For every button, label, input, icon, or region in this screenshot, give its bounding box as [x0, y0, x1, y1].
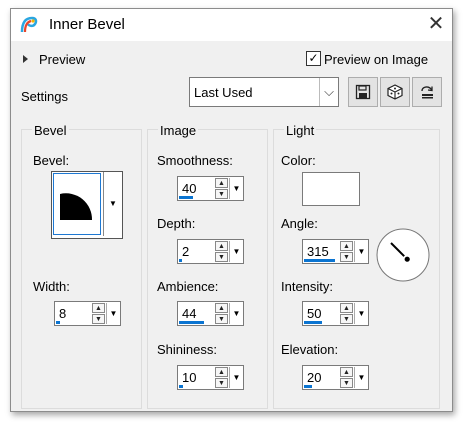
slider-popup-icon[interactable]: ▼ [229, 367, 243, 388]
arrow-down-icon[interactable]: ▼ [340, 314, 353, 324]
close-icon[interactable]: ✕ [423, 11, 449, 37]
slider-popup-icon[interactable]: ▼ [229, 241, 243, 262]
chevron-down-icon[interactable]: ⌵ [319, 78, 338, 106]
smoothness-value[interactable]: 40 [182, 181, 196, 196]
shininess-label: Shininess: [157, 342, 217, 357]
smoothness-level-bar [179, 196, 193, 199]
intensity-label: Intensity: [281, 279, 334, 294]
shininess-value[interactable]: 10 [182, 370, 196, 385]
slider-popup-icon[interactable]: ▼ [354, 303, 368, 324]
angle-level-bar [304, 259, 335, 262]
arrow-up-icon[interactable]: ▲ [215, 303, 228, 313]
elevation-value[interactable]: 20 [307, 370, 321, 385]
app-icon [20, 16, 38, 33]
preview-label: Preview [39, 52, 86, 67]
angle-dial[interactable] [375, 227, 431, 283]
save-preset-button[interactable] [348, 77, 378, 107]
randomize-button[interactable] [380, 77, 410, 107]
ambience-label: Ambience: [157, 279, 219, 294]
arrow-down-icon[interactable]: ▼ [340, 252, 353, 262]
arrow-up-icon[interactable]: ▲ [340, 303, 353, 313]
arrow-down-icon[interactable]: ▼ [340, 378, 353, 388]
slider-popup-icon[interactable]: ▼ [354, 241, 368, 262]
intensity-spinner[interactable]: 50 ▲ ▼ ▼ [302, 301, 369, 326]
reset-icon [421, 86, 433, 99]
light-group-title: Light [284, 123, 317, 138]
slider-popup-icon[interactable]: ▼ [229, 303, 243, 324]
width-label: Width: [33, 279, 70, 294]
arrow-down-icon[interactable]: ▼ [215, 252, 228, 262]
smoothness-label: Smoothness: [157, 153, 233, 168]
ambience-value[interactable]: 44 [182, 306, 196, 321]
save-preset-icon [355, 84, 371, 100]
arrow-down-icon[interactable]: ▼ [215, 314, 228, 324]
image-group-title: Image [158, 123, 199, 138]
width-level-bar [56, 321, 60, 324]
angle-dial-tip [404, 256, 410, 262]
elevation-level-bar [304, 385, 312, 388]
elevation-spinner[interactable]: 20 ▲ ▼ ▼ [302, 365, 369, 390]
title-bar: Inner Bevel ✕ [11, 9, 452, 41]
shininess-level-bar [179, 385, 183, 388]
reset-button[interactable] [412, 77, 442, 107]
settings-label: Settings [21, 89, 68, 104]
arrow-up-icon[interactable]: ▲ [215, 367, 228, 377]
arrow-up-icon[interactable]: ▲ [215, 241, 228, 251]
arrow-up-icon[interactable]: ▲ [340, 241, 353, 251]
light-color-swatch[interactable] [302, 172, 360, 206]
preview-on-image-label: Preview on Image [324, 52, 429, 67]
ambience-spinner[interactable]: 44 ▲ ▼ ▼ [177, 301, 244, 326]
bevel-shape-dropdown[interactable]: ▼ [51, 171, 123, 239]
shininess-spinner[interactable]: 10 ▲ ▼ ▼ [177, 365, 244, 390]
depth-spinner[interactable]: 2 ▲ ▼ ▼ [177, 239, 244, 264]
preset-value: Last Used [194, 85, 253, 100]
bevel-shape-preview [53, 173, 101, 235]
ambience-level-bar [179, 321, 204, 324]
arrow-up-icon[interactable]: ▲ [92, 303, 105, 313]
inner-bevel-dialog: Inner Bevel ✕ Preview ✓ Preview on Image… [10, 8, 453, 412]
slider-popup-icon[interactable]: ▼ [229, 178, 243, 199]
preset-dropdown[interactable]: Last Used ⌵ [189, 77, 339, 107]
smoothness-spinner[interactable]: 40 ▲ ▼ ▼ [177, 176, 244, 201]
intensity-value[interactable]: 50 [307, 306, 321, 321]
color-label: Color: [281, 153, 316, 168]
depth-label: Depth: [157, 216, 196, 231]
arrow-up-icon[interactable]: ▲ [215, 178, 228, 188]
width-value[interactable]: 8 [59, 306, 66, 321]
window-title: Inner Bevel [49, 16, 125, 33]
slider-popup-icon[interactable]: ▼ [354, 367, 368, 388]
intensity-level-bar [304, 321, 322, 324]
randomize-icon [387, 84, 403, 100]
slider-popup-icon[interactable]: ▼ [106, 303, 120, 324]
arrow-down-icon[interactable]: ▼ [215, 189, 228, 199]
depth-value[interactable]: 2 [182, 244, 189, 259]
arrow-up-icon[interactable]: ▲ [340, 367, 353, 377]
depth-level-bar [179, 259, 182, 262]
width-spinner[interactable]: 8 ▲ ▼ ▼ [54, 301, 121, 326]
arrow-down-icon[interactable]: ▼ [92, 314, 105, 324]
quarter-circle-bevel-icon [60, 193, 93, 220]
chevron-down-icon[interactable]: ▼ [103, 172, 122, 236]
bevel-group-title: Bevel [32, 123, 69, 138]
arrow-down-icon[interactable]: ▼ [215, 378, 228, 388]
angle-value[interactable]: 315 [307, 244, 329, 259]
bevel-label: Bevel: [33, 153, 70, 168]
expand-triangle-icon [23, 55, 28, 63]
angle-label: Angle: [281, 216, 318, 231]
checkmark-icon[interactable]: ✓ [306, 51, 321, 66]
elevation-label: Elevation: [281, 342, 339, 357]
angle-spinner[interactable]: 315 ▲ ▼ ▼ [302, 239, 369, 264]
